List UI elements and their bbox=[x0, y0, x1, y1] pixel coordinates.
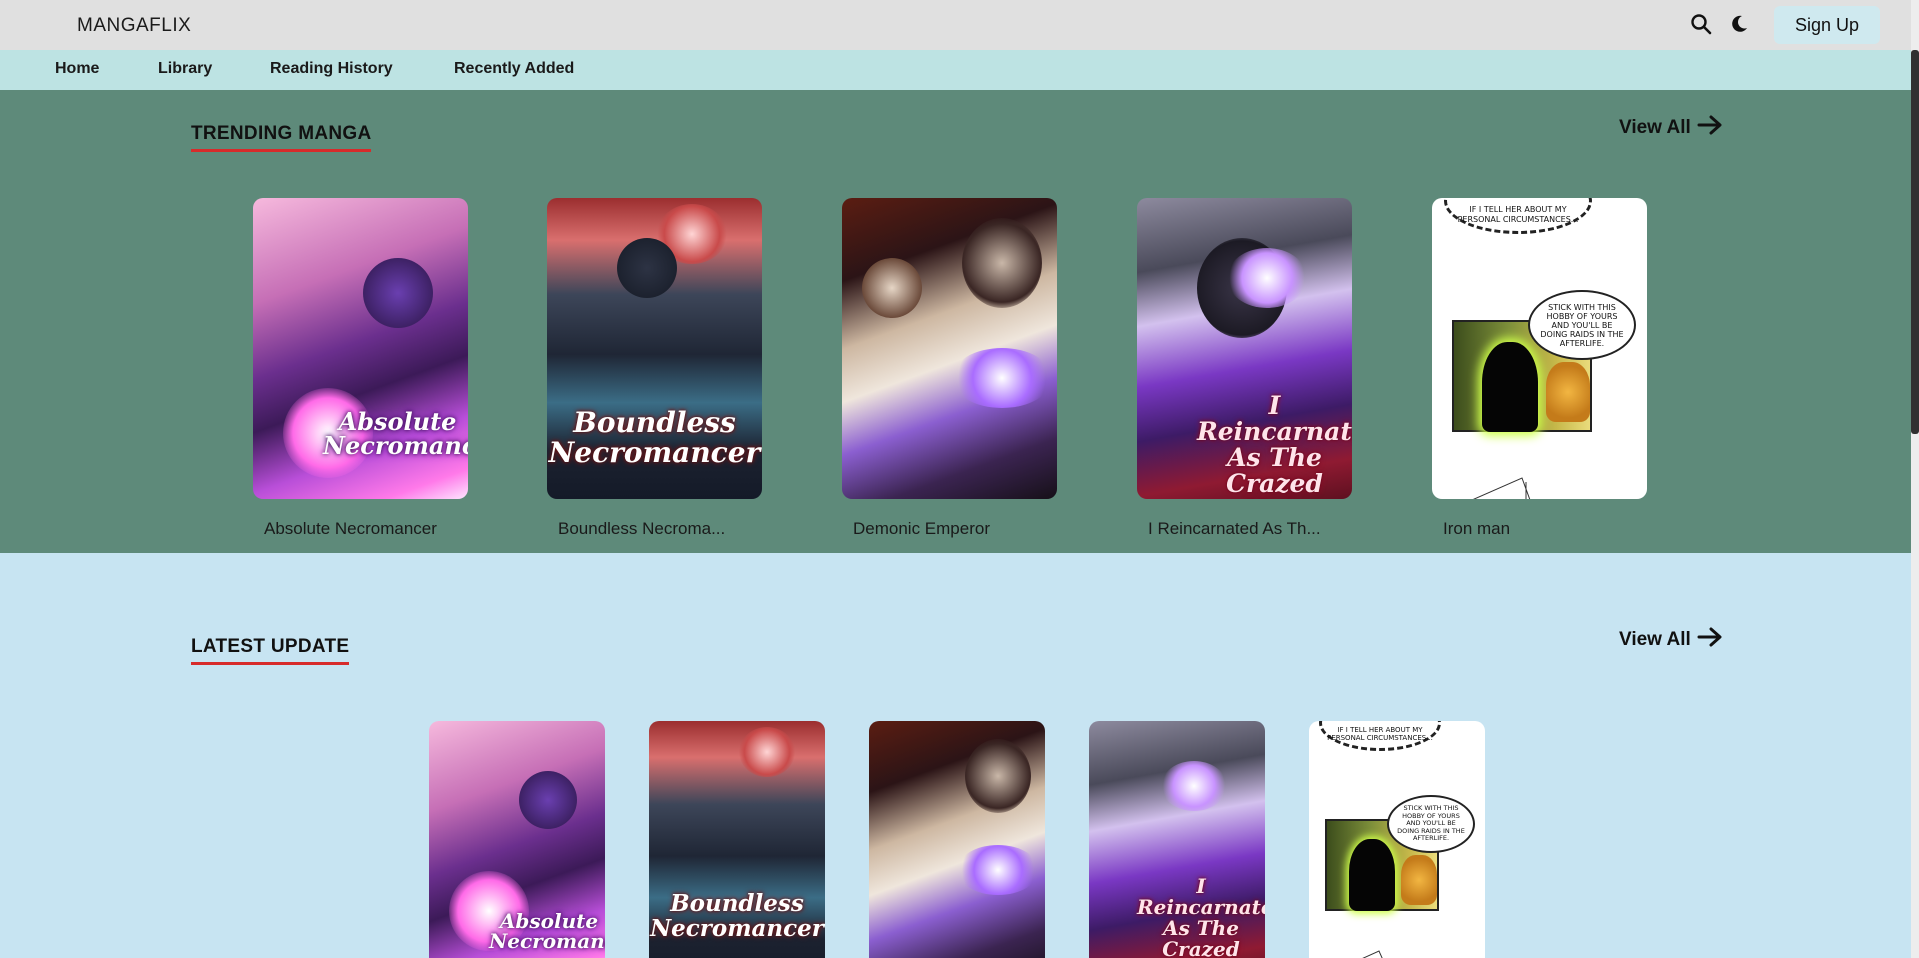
cover-title: Boundless Necromancer bbox=[548, 406, 761, 469]
view-all-label: View All bbox=[1619, 629, 1691, 650]
character-art bbox=[1546, 362, 1590, 422]
manga-title[interactable]: Iron man bbox=[1443, 519, 1510, 539]
nav-item-reading-history[interactable]: Reading History bbox=[270, 60, 393, 78]
speech-text: IF I TELL HER ABOUT MY PERSONAL CIRCUMST… bbox=[1327, 726, 1433, 742]
manga-cover[interactable]: IF I TELL HER ABOUT MY PERSONAL CIRCUMST… bbox=[1432, 198, 1647, 499]
manga-cover[interactable]: I Reincarnated As The Crazed Heir bbox=[1137, 198, 1352, 499]
cover-title: Boundless Necromancer bbox=[650, 890, 824, 942]
brand-logo[interactable]: MANGAFLIX bbox=[77, 15, 191, 37]
manga-card[interactable]: IF I TELL HER ABOUT MY PERSONAL CIRCUMST… bbox=[1309, 721, 1485, 958]
manga-title[interactable]: Absolute Necromancer bbox=[264, 519, 437, 539]
latest-section: LATEST UPDATE View All Absolute Necroman… bbox=[0, 553, 1911, 958]
manga-card[interactable]: IF I TELL HER ABOUT MY PERSONAL CIRCUMST… bbox=[1432, 198, 1647, 538]
nav-item-recently-added[interactable]: Recently Added bbox=[454, 60, 574, 78]
cover-title: Absolute Necromancer bbox=[489, 909, 605, 953]
manga-card[interactable]: Boundless Necromancer bbox=[649, 721, 825, 958]
manga-title[interactable]: I Reincarnated As Th... bbox=[1148, 519, 1321, 539]
cover-title: I Reincarnated As The Crazed Heir bbox=[1197, 391, 1352, 500]
character-art bbox=[862, 258, 922, 318]
cover-title: I Reincarnated As The Crazed Heir bbox=[1137, 874, 1265, 958]
moon-art bbox=[739, 727, 795, 777]
character-art bbox=[1401, 855, 1437, 905]
top-bar: MANGAFLIX Sign Up bbox=[0, 0, 1919, 50]
manga-card[interactable]: Boundless Necromancer Boundless Necroma.… bbox=[547, 198, 762, 538]
manga-cover[interactable]: Boundless Necromancer bbox=[547, 198, 762, 499]
cover-title: Absolute Necromancer bbox=[323, 407, 468, 460]
silhouette-art bbox=[1482, 342, 1538, 432]
speech-bubble: IF I TELL HER ABOUT MY PERSONAL CIRCUMST… bbox=[1319, 721, 1441, 751]
manga-card[interactable]: Absolute Necromancer Absolute Necromance… bbox=[253, 198, 468, 538]
moon-icon[interactable] bbox=[1726, 11, 1752, 37]
arrow-right-icon bbox=[1697, 626, 1723, 654]
manga-cover[interactable] bbox=[869, 721, 1045, 958]
page-scrollbar[interactable] bbox=[1911, 0, 1919, 958]
nav-bar: Home Library Reading History Recently Ad… bbox=[0, 50, 1919, 90]
speech-bubble: IF I TELL HER ABOUT MY PERSONAL CIRCUMST… bbox=[1444, 198, 1592, 234]
search-icon[interactable] bbox=[1688, 11, 1714, 37]
lightning-art bbox=[952, 348, 1052, 408]
manga-card[interactable]: Absolute Necromancer bbox=[429, 721, 605, 958]
manga-cover[interactable]: Absolute Necromancer bbox=[429, 721, 605, 958]
glow-art bbox=[1227, 248, 1307, 308]
manga-cover[interactable]: IF I TELL HER ABOUT MY PERSONAL CIRCUMST… bbox=[1309, 721, 1485, 958]
trending-section: TRENDING MANGA View All Absolute Necroma… bbox=[0, 90, 1911, 553]
view-all-link[interactable]: View All bbox=[1619, 114, 1723, 142]
manga-card[interactable]: Demonic Emperor bbox=[842, 198, 1057, 538]
sign-up-button[interactable]: Sign Up bbox=[1774, 6, 1880, 44]
manga-title[interactable]: Boundless Necroma... bbox=[558, 519, 725, 539]
character-art bbox=[363, 258, 433, 328]
speech-text: IF I TELL HER ABOUT MY PERSONAL CIRCUMST… bbox=[1457, 205, 1579, 224]
view-all-label: View All bbox=[1619, 117, 1691, 138]
manga-card[interactable] bbox=[869, 721, 1045, 958]
arrow-right-icon bbox=[1697, 114, 1723, 142]
manga-cover[interactable]: I Reincarnated As The Crazed Heir bbox=[1089, 721, 1265, 958]
nav-item-library[interactable]: Library bbox=[158, 60, 212, 78]
manga-cover[interactable]: Absolute Necromancer bbox=[253, 198, 468, 499]
character-art bbox=[965, 739, 1031, 813]
glow-art bbox=[1161, 761, 1227, 811]
speech-bubble: STICK WITH THIS HOBBY OF YOURS AND YOU'L… bbox=[1387, 795, 1475, 853]
silhouette-art bbox=[1349, 839, 1395, 911]
manga-cover[interactable] bbox=[842, 198, 1057, 499]
manga-title[interactable]: Demonic Emperor bbox=[853, 519, 990, 539]
character-art bbox=[962, 218, 1042, 308]
manga-card[interactable]: I Reincarnated As The Crazed Heir I Rein… bbox=[1137, 198, 1352, 538]
character-art bbox=[617, 238, 677, 298]
speech-bubble: STICK WITH THIS HOBBY OF YOURS AND YOU'L… bbox=[1528, 290, 1636, 360]
character-art bbox=[519, 771, 577, 829]
lightning-art bbox=[957, 845, 1039, 895]
manga-cover[interactable]: Boundless Necromancer bbox=[649, 721, 825, 958]
nav-item-home[interactable]: Home bbox=[55, 60, 99, 78]
section-title: LATEST UPDATE bbox=[191, 636, 350, 665]
manga-card[interactable]: I Reincarnated As The Crazed Heir bbox=[1089, 721, 1265, 958]
view-all-link[interactable]: View All bbox=[1619, 626, 1723, 654]
section-title: TRENDING MANGA bbox=[191, 123, 372, 152]
scrollbar-thumb[interactable] bbox=[1911, 50, 1919, 434]
